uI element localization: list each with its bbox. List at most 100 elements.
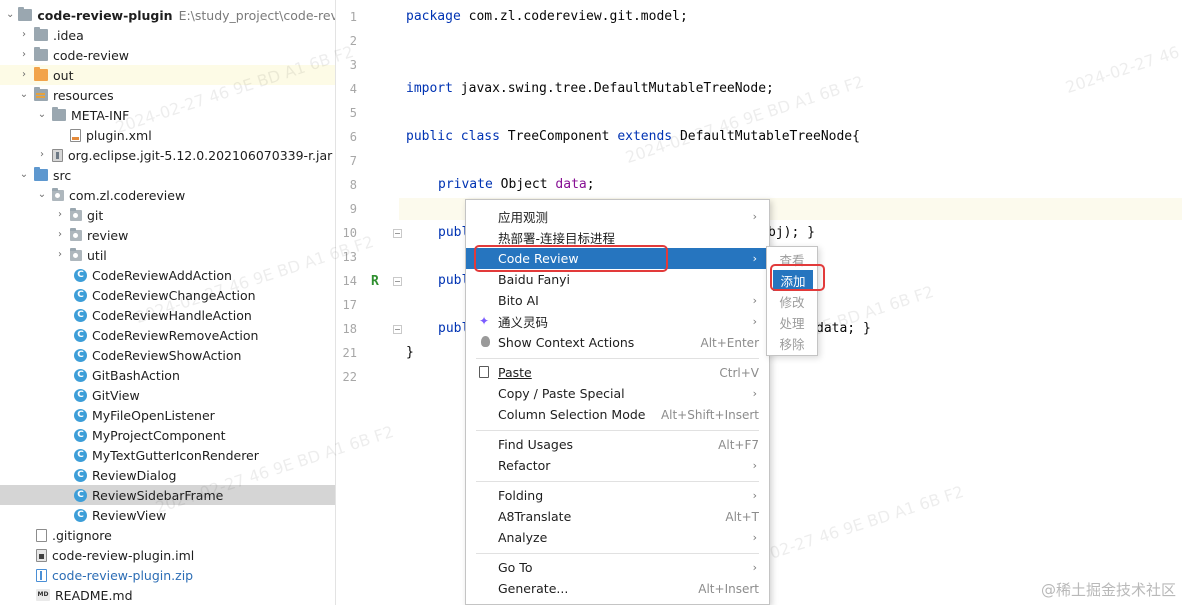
menu-separator [476,481,759,482]
tree-root[interactable]: ⌄ code-review-plugin E:\study_project\co… [0,5,335,25]
archive-file-icon [36,568,47,582]
menu-item-find-usages[interactable]: Find Usages Alt+F7 [466,434,769,455]
menu-item-label: Show Context Actions [498,335,635,350]
tree-item-src[interactable]: ⌄ src [0,165,335,185]
submenu-item-modify[interactable]: 修改 [767,291,817,312]
folder-icon [18,7,33,21]
line-number: 1 [349,10,357,24]
source-folder-icon [34,167,48,181]
line-number: 7 [349,154,357,168]
shortcut-label: Ctrl+V [719,365,759,380]
fold-toggle-icon[interactable] [393,277,402,286]
tree-item-idea[interactable]: › .idea [0,25,335,45]
menu-item-hot-deploy[interactable]: 热部署-连接目标进程 [466,227,769,248]
tree-item-gitignore[interactable]: .gitignore [0,525,335,545]
tree-item-git[interactable]: › git [0,205,335,225]
menu-item-show-context-actions[interactable]: Show Context Actions Alt+Enter [466,332,769,353]
code-text: com.zl.codereview.git.model; [460,9,688,24]
tree-item-label: README.md [55,587,133,603]
tree-item-label: CodeReviewShowAction [92,347,242,363]
tree-item-class[interactable]: C CodeReviewRemoveAction [0,325,335,345]
chevron-down-icon[interactable]: ⌄ [6,9,14,21]
line-number: 21 [342,346,357,360]
menu-item-paste[interactable]: Paste Ctrl+V [466,362,769,383]
code-line-tail: bj); } [768,225,815,240]
code-line: private Object data; [438,177,595,192]
tree-item-class[interactable]: C GitView [0,385,335,405]
submenu-item-label: 处理 [779,316,805,331]
submenu-item-label: 查看 [779,253,805,268]
project-name: code-review-plugin [37,7,173,23]
submenu-item-label: 添加 [780,274,806,289]
menu-item-analyze[interactable]: Analyze › [466,527,769,548]
menu-item-label: Go To [498,560,533,575]
chevron-right-icon[interactable]: › [18,49,30,61]
submenu-item-view[interactable]: 查看 [767,249,817,270]
menu-item-label: Bito AI [498,293,539,308]
menu-item-label: Analyze [498,530,548,545]
chevron-right-icon[interactable]: › [54,209,66,221]
tree-item-iml[interactable]: code-review-plugin.iml [0,545,335,565]
chevron-right-icon[interactable]: › [36,149,48,161]
file-icon [36,528,47,542]
menu-item-generate[interactable]: Generate... Alt+Insert [466,578,769,599]
gutter-marker[interactable]: R [371,274,379,289]
folder-icon [34,47,48,61]
line-number: 22 [342,370,357,384]
tree-item-jgit-jar[interactable]: › org.eclipse.jgit-5.12.0.202106070339-r… [0,145,335,165]
menu-item-label: A8Translate [498,509,572,524]
tree-item-readme[interactable]: MD README.md [0,585,335,605]
line-number: 17 [342,298,357,312]
chevron-right-icon[interactable]: › [18,69,30,81]
class-icon: C [74,388,87,402]
menu-item-baidu-fanyi[interactable]: Baidu Fanyi [466,269,769,290]
menu-item-label: 通义灵码 [498,315,549,330]
keyword: private [438,177,493,192]
menu-item-copy-paste-special[interactable]: Copy / Paste Special › [466,383,769,404]
tree-item-class[interactable]: C CodeReviewShowAction [0,345,335,365]
chevron-down-icon[interactable]: ⌄ [36,109,48,121]
class-icon: C [74,348,87,362]
fold-toggle-icon[interactable] [393,325,402,334]
package-icon [70,247,82,261]
tree-item-class[interactable]: C GitBashAction [0,365,335,385]
line-number: 4 [349,82,357,96]
submenu-item-remove[interactable]: 移除 [767,333,817,354]
menu-item-bito-ai[interactable]: Bito AI › [466,290,769,311]
menu-item-refactor[interactable]: Refactor › [466,455,769,476]
tree-item-label: CodeReviewRemoveAction [92,327,259,343]
chevron-right-icon[interactable]: › [54,229,66,241]
shortcut-label: Alt+F7 [718,437,759,452]
chevron-right-icon[interactable]: › [18,29,30,41]
menu-item-go-to[interactable]: Go To › [466,557,769,578]
tree-item-class[interactable]: C MyProjectComponent [0,425,335,445]
class-icon: C [74,308,87,322]
chevron-down-icon[interactable]: ⌄ [18,169,30,181]
menu-item-a8translate[interactable]: A8Translate Alt+T [466,506,769,527]
chevron-right-icon[interactable]: › [54,249,66,261]
tree-item-label: org.eclipse.jgit-5.12.0.202106070339-r.j… [68,147,333,163]
tree-item-plugin-xml[interactable]: plugin.xml [0,125,335,145]
tree-item-label: GitBashAction [92,367,180,383]
menu-item-column-selection-mode[interactable]: Column Selection Mode Alt+Shift+Insert [466,404,769,425]
menu-item-code-review[interactable]: Code Review › [466,248,769,269]
menu-item-folding[interactable]: Folding › [466,485,769,506]
tree-item-package[interactable]: ⌄ com.zl.codereview [0,185,335,205]
code-text: Object [492,177,556,192]
code-line: } [406,345,414,360]
line-number: 14 [342,274,357,288]
tree-item-zip[interactable]: code-review-plugin.zip [0,565,335,585]
folder-icon [34,27,48,41]
fold-toggle-icon[interactable] [393,229,402,238]
tree-item-label: .gitignore [52,527,112,543]
menu-item-app-observe[interactable]: 应用观测 › [466,206,769,227]
menu-item-tongyi[interactable]: ✦ 通义灵码 › [466,311,769,332]
tree-item-review[interactable]: › review [0,225,335,245]
submenu-item-handle[interactable]: 处理 [767,312,817,333]
tree-item-class[interactable]: C MyFileOpenListener [0,405,335,425]
tree-item-label: git [87,207,104,223]
submenu-item-add[interactable]: 添加 [773,270,813,291]
tongyi-icon: ✦ [479,314,490,328]
chevron-down-icon[interactable]: ⌄ [36,189,48,201]
chevron-down-icon[interactable]: ⌄ [18,89,30,101]
